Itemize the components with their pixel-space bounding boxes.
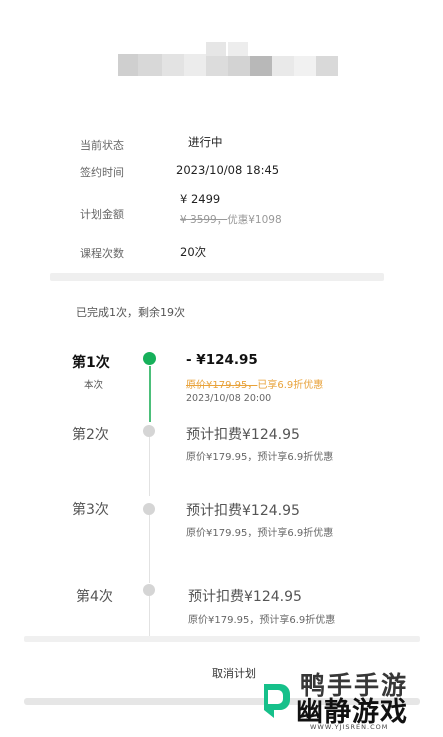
step-2-dot-icon (143, 425, 155, 437)
step-3-label: 第3次 (72, 502, 109, 518)
step-1-dot-icon (143, 352, 156, 365)
watermark: 鸭手手游 幽静游戏 WWW.YJISREN.COM (258, 666, 440, 736)
step-4-dot-icon (143, 584, 155, 596)
lesson-count-value: 20次 (180, 245, 207, 259)
step-4-amount: 预计扣费¥124.95 (188, 589, 302, 605)
step-3-dot-icon (143, 503, 155, 515)
status-label: 当前状态 (80, 139, 124, 152)
step-1-sub: 本次 (84, 380, 104, 391)
timeline-line (149, 515, 150, 583)
step-3-original: 原价¥179.95，预计享6.9折优惠 (186, 528, 334, 539)
lesson-count-label: 课程次数 (80, 247, 124, 260)
step-1-amount: - ¥124.95 (186, 352, 258, 368)
status-value: 进行中 (188, 135, 223, 149)
sign-time-value: 2023/10/08 18:45 (176, 163, 280, 177)
section-divider (50, 273, 384, 281)
step-1-discount: 已享6.9折优惠 (257, 380, 324, 391)
timeline-line-active (149, 366, 151, 422)
watermark-url: WWW.YJISREN.COM (310, 723, 389, 731)
cancel-plan-button[interactable]: 取消计划 (212, 665, 256, 681)
plan-amount-value: ¥ 2499 (180, 192, 221, 206)
sign-time-label: 签约时间 (80, 166, 124, 179)
step-4-label: 第4次 (76, 589, 113, 605)
step-2-amount: 预计扣费¥124.95 (186, 427, 300, 443)
step-1-original-price: 原价¥179.95， (186, 380, 258, 391)
step-1-original: 原价¥179.95，已享6.9折优惠 (186, 376, 323, 391)
timeline-line (149, 436, 150, 496)
original-price: ¥ 3599， (180, 214, 228, 226)
watermark-logo-icon (264, 684, 290, 718)
step-1-label: 第1次 (72, 355, 110, 371)
timeline-line (149, 596, 150, 636)
progress-summary: 已完成1次，剩余19次 (76, 306, 185, 319)
step-2-original: 原价¥179.95，预计享6.9折优惠 (186, 452, 334, 463)
step-3-amount: 预计扣费¥124.95 (186, 503, 300, 519)
plan-amount-label: 计划金额 (80, 208, 124, 221)
step-2-label: 第2次 (72, 427, 109, 443)
step-4-original: 原价¥179.95，预计享6.9折优惠 (188, 615, 336, 626)
discount-text: 优惠¥1098 (227, 214, 282, 226)
blurred-title (118, 42, 338, 78)
plan-amount-original: ¥ 3599，优惠¥1098 (180, 212, 282, 227)
step-1-date: 2023/10/08 20:00 (186, 393, 272, 404)
bottom-divider (24, 636, 420, 642)
